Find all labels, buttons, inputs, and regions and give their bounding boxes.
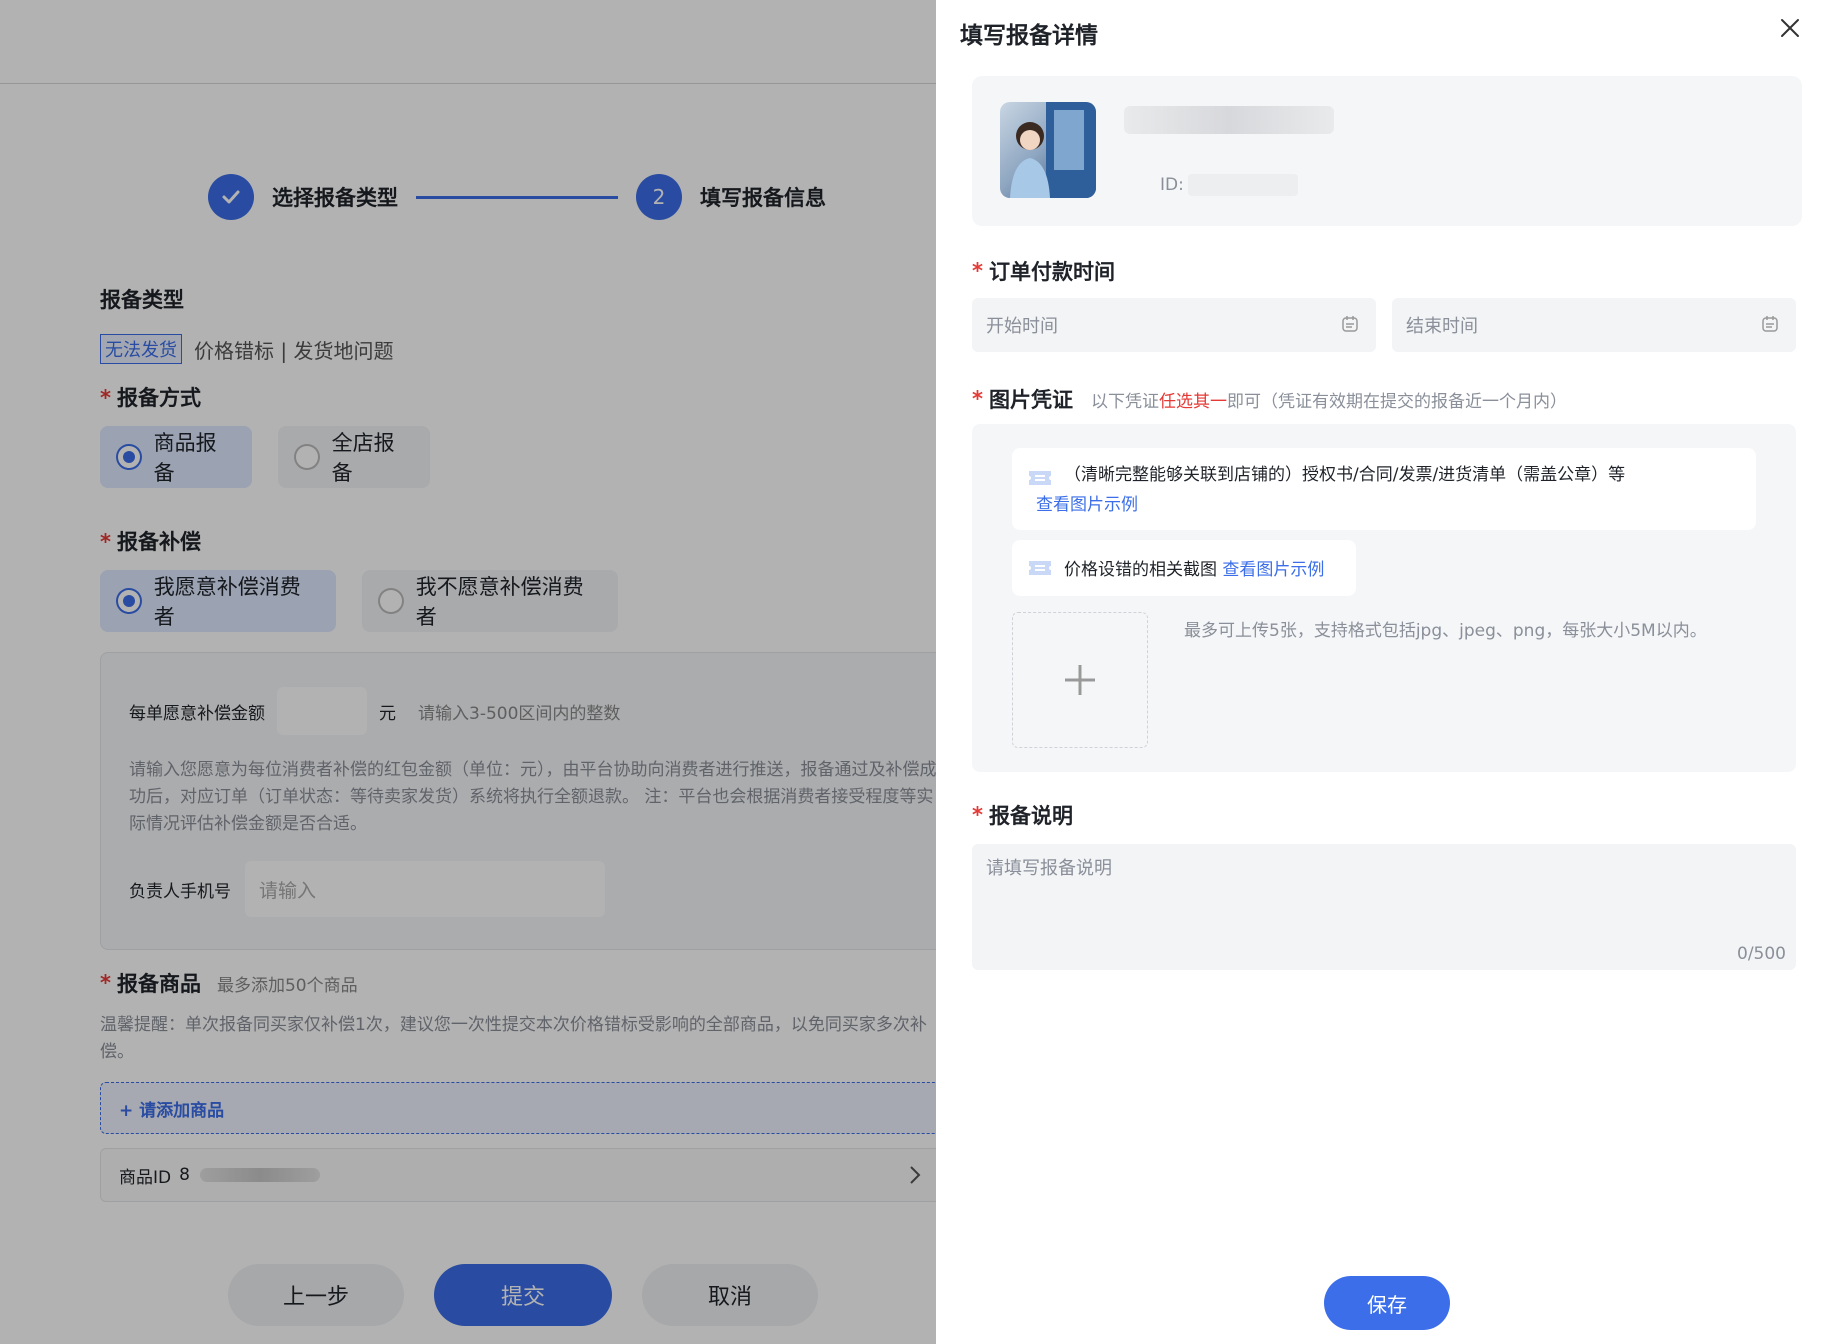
required-mark: * (972, 259, 983, 283)
store-id: ID: (1160, 174, 1298, 196)
evidence-option-authorization: （清晰完整能够关联到店铺的）授权书/合同/发票/进货清单（需盖公章）等 查看图片… (1012, 448, 1756, 530)
save-button[interactable]: 保存 (1324, 1276, 1450, 1330)
evidence-option-text: （清晰完整能够关联到店铺的）授权书/合同/发票/进货清单（需盖公章）等 (1064, 465, 1626, 485)
upload-image-button[interactable] (1012, 612, 1148, 748)
evidence-label: * 图片凭证 以下凭证任选其一即可（凭证有效期在提交的报备近一个月内） (972, 387, 1567, 412)
note-label: * 报备说明 (972, 803, 1073, 828)
pay-time-label: * 订单付款时间 (972, 259, 1115, 284)
evidence-hint: 以下凭证任选其一即可（凭证有效期在提交的报备近一个月内） (1090, 391, 1567, 412)
ticket-icon (1029, 471, 1051, 485)
evidence-option-screenshot: 价格设错的相关截图 查看图片示例 (1012, 540, 1356, 596)
plus-icon (1065, 665, 1095, 695)
drawer-title: 填写报备详情 (960, 23, 1098, 49)
view-example-link[interactable]: 查看图片示例 (1222, 560, 1324, 580)
note-char-count: 0/500 (1737, 944, 1786, 964)
evidence-box: （清晰完整能够关联到店铺的）授权书/合同/发票/进货清单（需盖公章）等 查看图片… (972, 424, 1796, 772)
store-card: ID: (972, 76, 1802, 226)
required-mark: * (972, 387, 983, 411)
note-textarea[interactable]: 请填写报备说明 0/500 (972, 844, 1796, 970)
end-time-input[interactable]: 结束时间 (1392, 298, 1796, 352)
close-icon[interactable] (1776, 14, 1804, 42)
ticket-icon (1029, 561, 1051, 575)
store-id-blurred (1187, 174, 1298, 196)
view-example-link[interactable]: 查看图片示例 (1036, 490, 1138, 515)
evidence-option-text: 价格设错的相关截图 查看图片示例 (1064, 560, 1325, 580)
store-avatar (1000, 102, 1096, 198)
upload-hint: 最多可上传5张，支持格式包括jpg、jpeg、png，每张大小5M以内。 (1184, 621, 1707, 641)
required-mark: * (972, 803, 983, 827)
store-name-blurred (1124, 106, 1334, 134)
note-placeholder: 请填写报备说明 (986, 858, 1112, 879)
modal-overlay[interactable] (0, 0, 936, 1344)
report-detail-drawer: 填写报备详情 ID: * 订单付款时间 开始时间 结束时间 * 图片凭证 以下凭… (936, 0, 1834, 1344)
start-time-input[interactable]: 开始时间 (972, 298, 1376, 352)
calendar-icon (1342, 316, 1358, 332)
calendar-icon (1762, 316, 1778, 332)
